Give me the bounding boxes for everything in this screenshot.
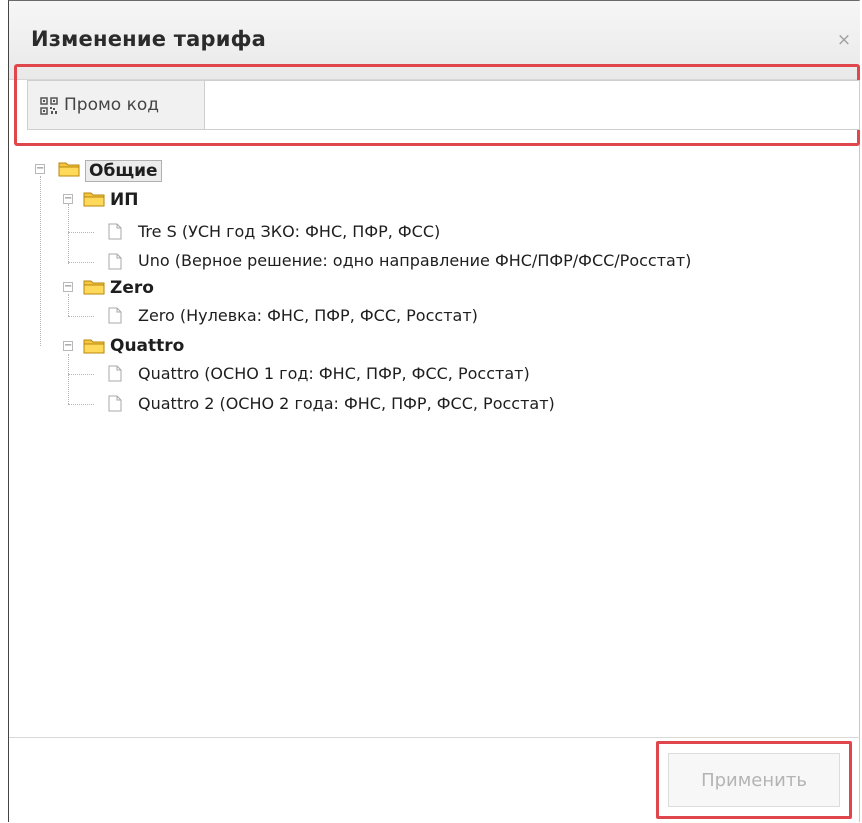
dialog-title: Изменение тарифа (31, 27, 267, 51)
promo-code-label: Промо код (64, 95, 160, 115)
document-icon (108, 223, 122, 240)
tree-root-label[interactable]: Общие (85, 160, 162, 182)
folder-icon (58, 162, 80, 177)
tree-group-label[interactable]: Quattro (110, 336, 184, 356)
tree-toggle-group-ip[interactable]: − (63, 194, 73, 204)
tree-toggle-group-quattro[interactable]: − (63, 341, 73, 351)
document-icon (108, 365, 122, 382)
promo-code-label-box: Промо код (27, 80, 205, 130)
tree-connector (68, 294, 69, 316)
tree-item-label[interactable]: Tre S (УСН год ЗКО: ФНС, ПФР, ФСС) (138, 222, 440, 241)
qr-code-icon (40, 97, 58, 115)
document-icon (108, 253, 122, 270)
folder-icon (83, 339, 105, 354)
folder-icon (83, 280, 105, 295)
document-icon (108, 307, 122, 324)
promo-code-input[interactable] (205, 80, 860, 130)
promo-code-row: Промо код (27, 80, 860, 130)
tree-item-label[interactable]: Zero (Нулевка: ФНС, ПФР, ФСС, Росстат) (138, 306, 478, 325)
tree-group-label[interactable]: ИП (110, 190, 138, 210)
tree-connector (68, 404, 94, 405)
tree-item-label[interactable]: Quattro 2 (ОСНО 2 года: ФНС, ПФР, ФСС, Р… (138, 394, 555, 413)
tree-item-label[interactable]: Quattro (ОСНО 1 год: ФНС, ПФР, ФСС, Росс… (138, 364, 530, 383)
tree-connector (40, 176, 41, 346)
document-icon (108, 395, 122, 412)
tree-connector (68, 354, 69, 404)
tree-toggle-group-zero[interactable]: − (63, 282, 73, 292)
folder-icon (83, 192, 105, 207)
tree-toggle-root[interactable]: − (35, 164, 45, 174)
close-icon[interactable]: × (836, 32, 852, 49)
apply-button[interactable]: Применить (668, 753, 840, 807)
tree-connector (68, 204, 69, 264)
tree-connector (68, 316, 94, 317)
tree-item-label[interactable]: Uno (Верное решение: одно направление ФН… (138, 251, 691, 270)
tree-connector (68, 232, 94, 233)
tree-connector (68, 262, 94, 263)
footer-divider (9, 737, 860, 738)
tree-group-label[interactable]: Zero (110, 278, 154, 298)
tree-connector (68, 374, 94, 375)
